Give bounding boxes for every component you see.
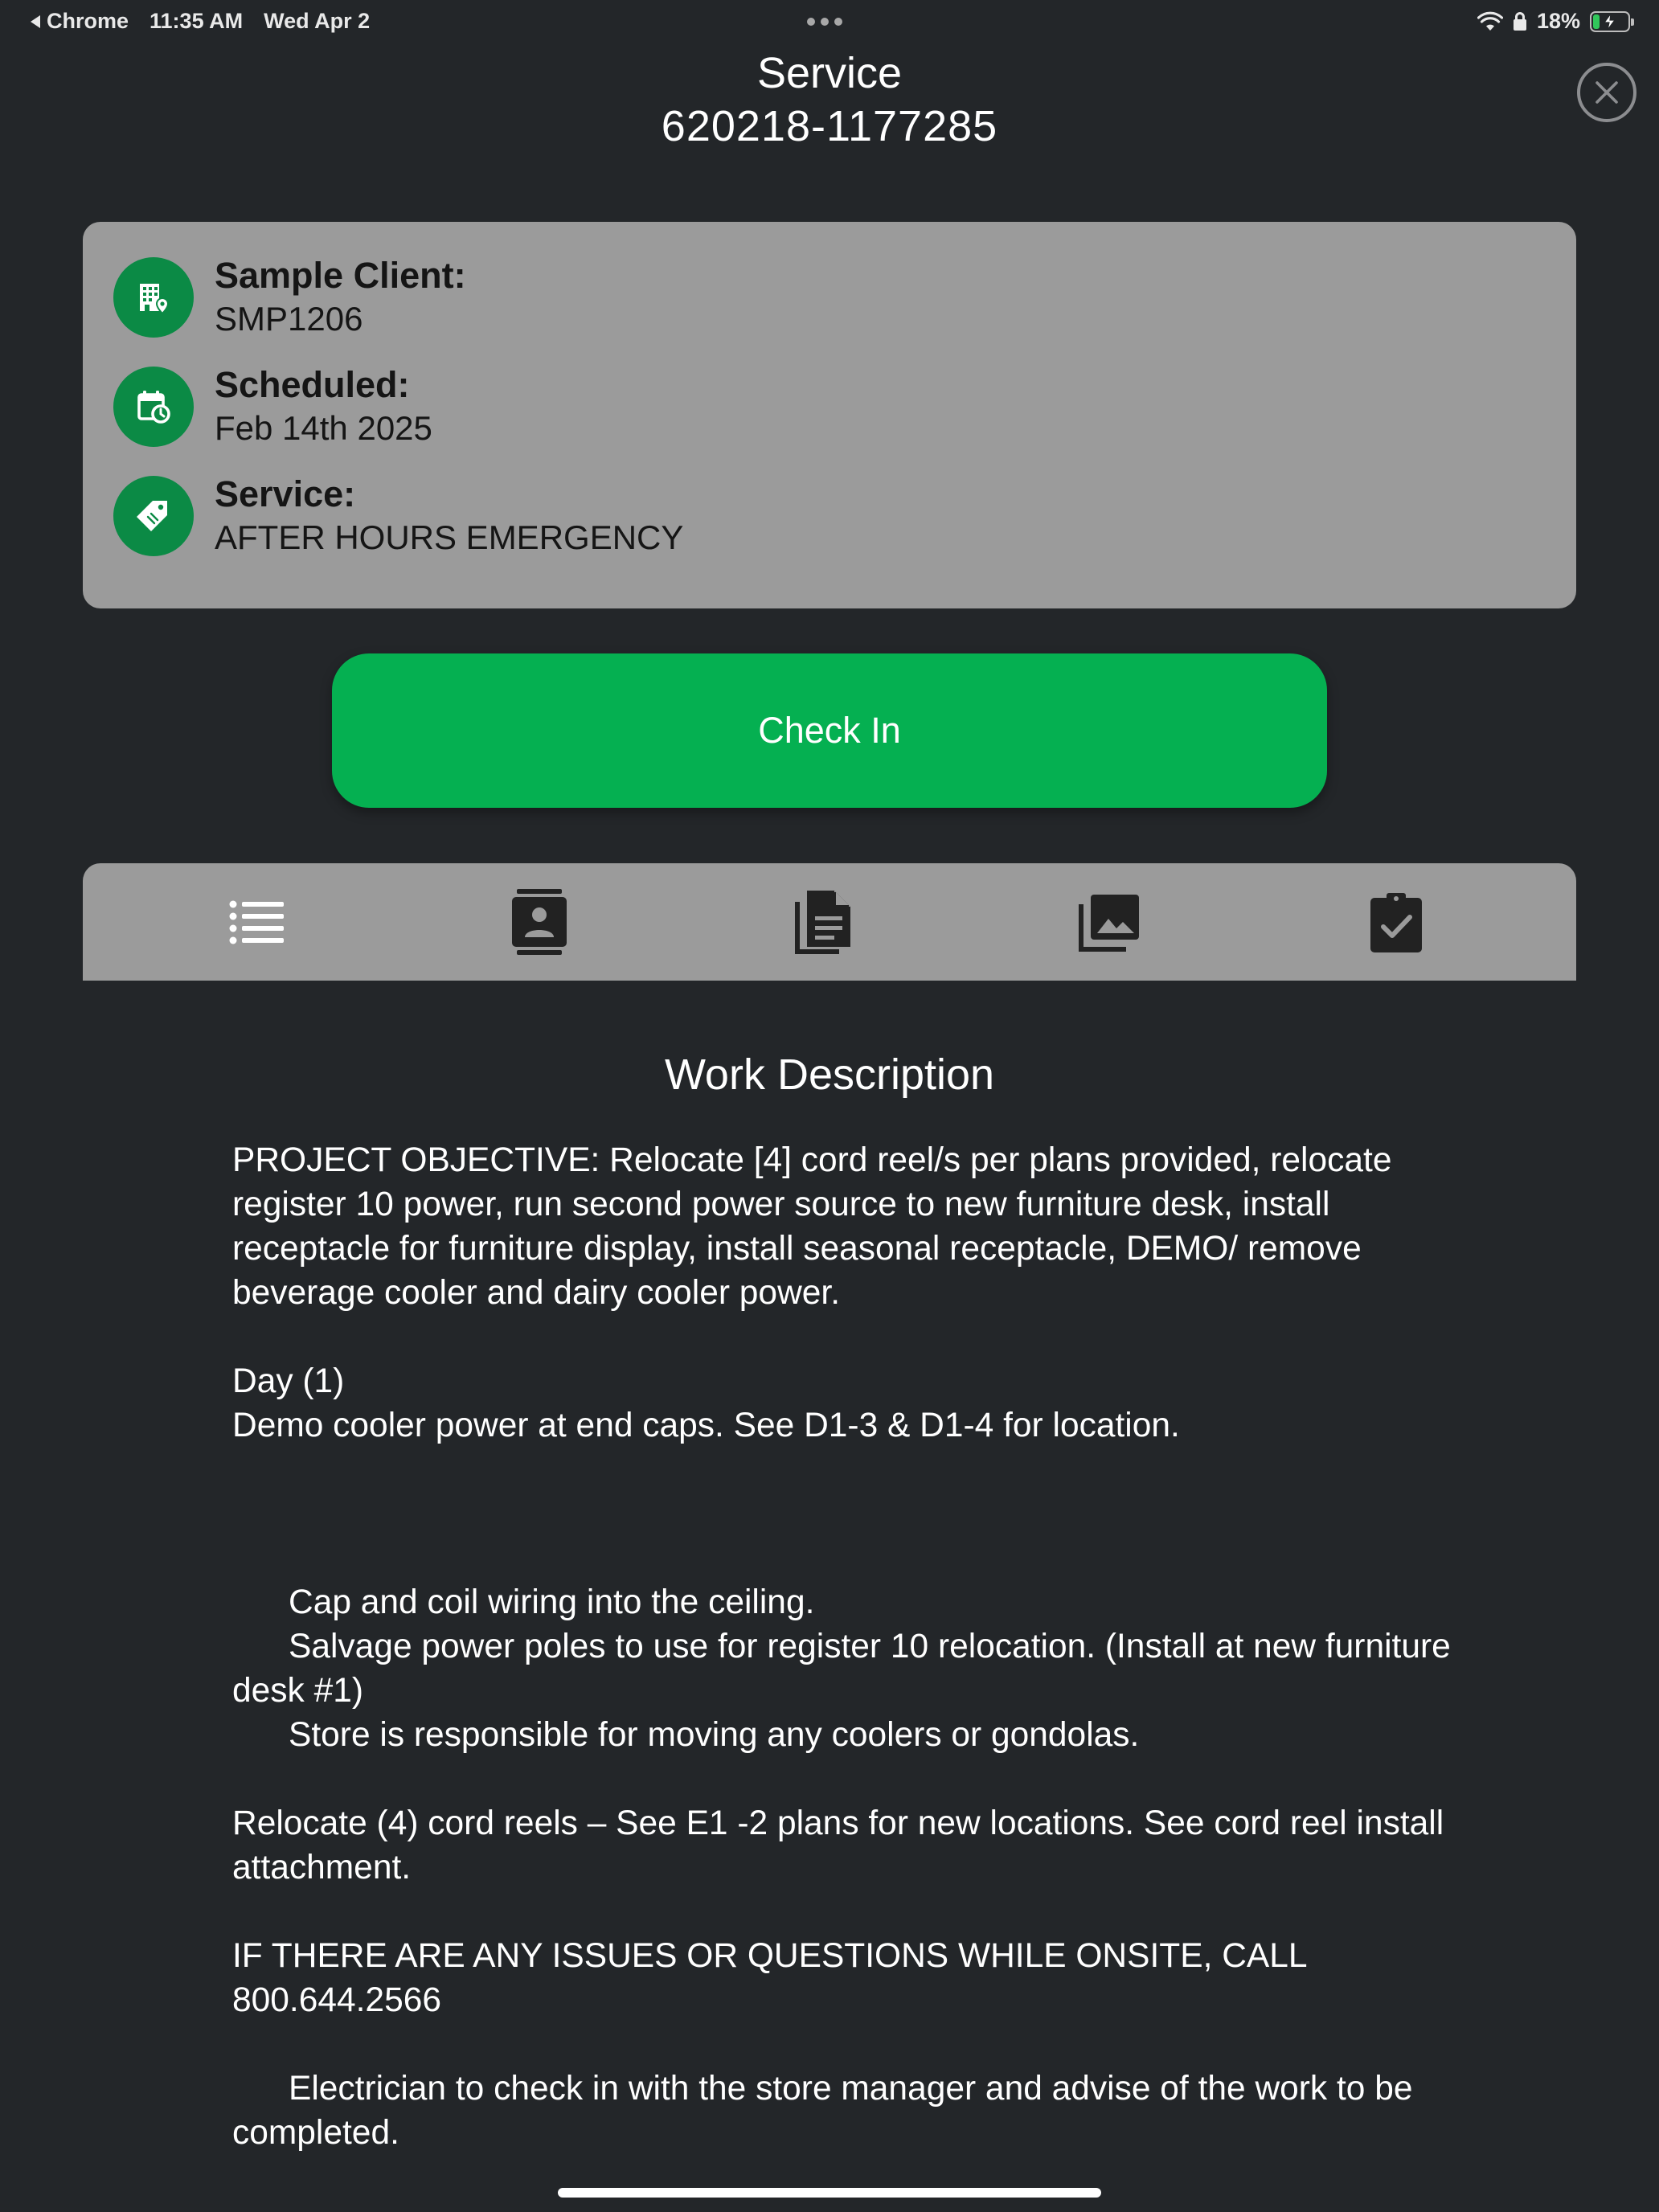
battery-percent: 18% — [1536, 9, 1580, 33]
calendar-clock-icon — [113, 367, 194, 447]
list-icon — [229, 900, 284, 944]
battery-icon — [1590, 10, 1634, 32]
scheduled-row: Scheduled: Feb 14th 2025 — [113, 364, 432, 447]
service-row: Service: AFTER HOURS EMERGENCY — [113, 473, 684, 556]
contact-card-icon — [512, 889, 567, 955]
work-description-panel[interactable]: Work Description PROJECT OBJECTIVE: Relo… — [83, 981, 1576, 2162]
wifi-icon — [1477, 11, 1503, 31]
check-in-button[interactable]: Check In — [332, 653, 1327, 808]
home-indicator[interactable] — [558, 2188, 1101, 2198]
building-location-icon — [113, 257, 194, 338]
step-store-responsible: Store is responsible for moving any cool… — [289, 1716, 1140, 1754]
multitasking-dots-icon[interactable] — [807, 18, 842, 26]
status-time: 11:35 AM — [150, 9, 244, 33]
tab-documents[interactable] — [760, 863, 889, 981]
service-number: 620218-1177285 — [661, 102, 998, 150]
service-detail-screen: Chrome 11:35 AM Wed Apr 2 18% Service 62… — [0, 0, 1659, 2212]
detail-tab-bar — [83, 863, 1576, 981]
project-objective: PROJECT OBJECTIVE: Relocate [4] cord ree… — [232, 1141, 1392, 1312]
tab-contacts[interactable] — [475, 863, 604, 981]
work-description-text: PROJECT OBJECTIVE: Relocate [4] cord ree… — [232, 1138, 1486, 2155]
close-icon — [1596, 81, 1618, 104]
close-button[interactable] — [1577, 63, 1636, 122]
issues-call-notice: IF THERE ARE ANY ISSUES OR QUESTIONS WHI… — [232, 1937, 1306, 2019]
tab-photos[interactable] — [1046, 863, 1174, 981]
tab-work-description[interactable] — [192, 863, 321, 981]
status-date: Wed Apr 2 — [264, 9, 371, 33]
client-row: Sample Client: SMP1206 — [113, 255, 466, 338]
day-item: Demo cooler power at end caps. See D1-3 … — [232, 1407, 1180, 1444]
day-label: Day (1) — [232, 1362, 345, 1400]
back-to-app-button[interactable]: Chrome — [31, 9, 129, 34]
documents-icon — [795, 891, 850, 954]
service-value: AFTER HOURS EMERGENCY — [215, 518, 684, 556]
photo-gallery-icon — [1079, 895, 1139, 952]
service-label: Service: — [215, 473, 356, 514]
tab-checklist[interactable] — [1332, 863, 1460, 981]
page-title-line1: Service — [756, 49, 903, 97]
scheduled-value: Feb 14th 2025 — [215, 409, 432, 447]
client-label: Sample Client: — [215, 255, 466, 296]
clipboard-check-icon — [1370, 893, 1422, 952]
back-app-label: Chrome — [47, 9, 129, 33]
page-title: Service 620218-1177285 — [0, 47, 1659, 153]
step-cap-coil: Cap and coil wiring into the ceiling. — [289, 1583, 815, 1621]
service-info-card: Sample Client: SMP1206 Scheduled: Feb 14… — [83, 222, 1576, 608]
tag-icon — [113, 476, 194, 556]
work-description-title: Work Description — [664, 1051, 995, 1099]
lock-rotation-icon — [1513, 11, 1526, 31]
electrician-check-in: Electrician to check in with the store m… — [232, 2070, 1413, 2152]
step-salvage: Salvage power poles to use for register … — [232, 1628, 1451, 1710]
client-value: SMP1206 — [215, 300, 363, 338]
relocate-cord-reels: Relocate (4) cord reels – See E1 -2 plan… — [232, 1804, 1444, 1886]
scheduled-label: Scheduled: — [215, 364, 410, 405]
charging-bolt-icon — [1603, 13, 1616, 30]
status-bar: Chrome 11:35 AM Wed Apr 2 18% — [0, 0, 1659, 45]
back-caret-icon — [31, 14, 40, 28]
